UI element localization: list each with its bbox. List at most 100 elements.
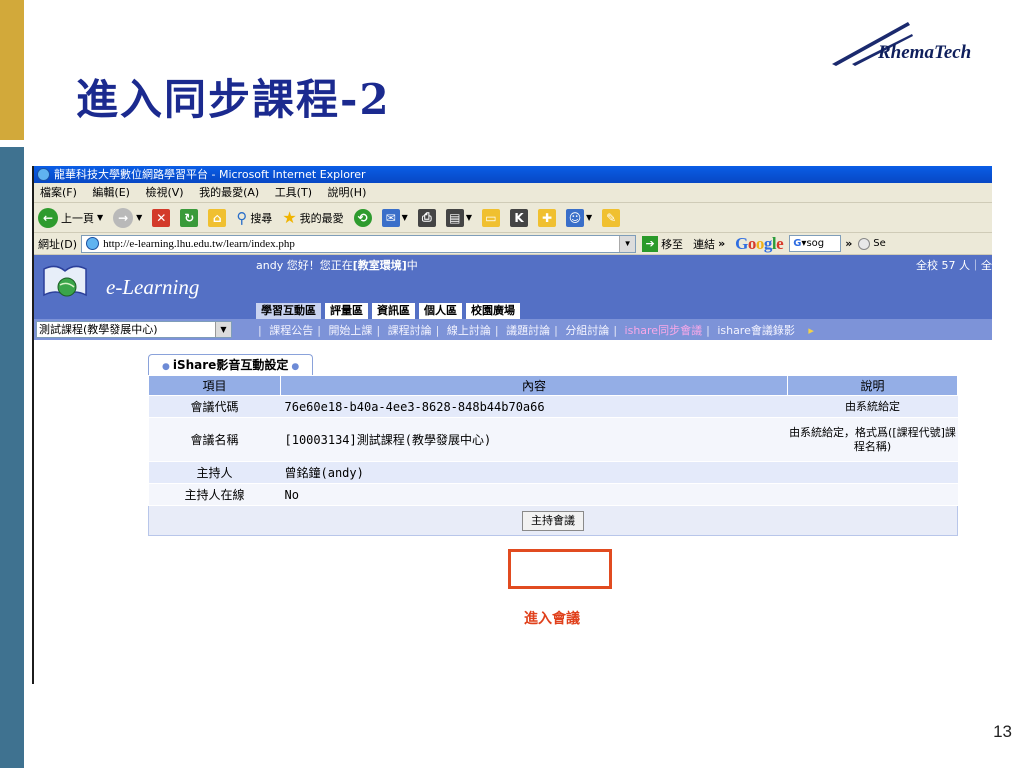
sublink-topic-discussion[interactable]: 議題討論: [506, 324, 550, 337]
book-globe-icon: [43, 265, 87, 297]
research-icon: ✎: [602, 208, 621, 227]
online-count: 全校 57 人｜全: [916, 259, 992, 272]
page-number: 13: [993, 722, 1012, 741]
google-search-value: sog: [806, 238, 825, 249]
browser-window: 龍華科技大學數位網路學習平台 - Microsoft Internet Expl…: [32, 166, 992, 684]
tab-personal[interactable]: 個人區: [419, 303, 462, 319]
menu-favorites[interactable]: 我的最愛(A): [199, 186, 259, 199]
sublink-group-discussion[interactable]: 分組討論: [565, 324, 609, 337]
menu-edit[interactable]: 編輯(E): [92, 186, 130, 199]
tab-campus-square[interactable]: 校園廣場: [466, 303, 520, 319]
table-row: 主持人 曾銘鐘(andy): [148, 461, 958, 484]
row-desc: 由系統給定，格式爲([課程代號]課程名稱): [787, 417, 958, 462]
edit-icon: ▤: [445, 208, 464, 227]
address-bar: 網址(D) http://e-learning.lhu.edu.tw/learn…: [34, 233, 992, 255]
ie-icon: [37, 168, 50, 181]
scroll-right-icon[interactable]: ▸: [808, 324, 814, 337]
sublink-announcements[interactable]: 課程公告: [269, 324, 313, 337]
row-item: 會議名稱: [148, 417, 281, 462]
elearning-brand: e-Learning: [106, 275, 200, 299]
header-content: 內容: [280, 375, 788, 396]
folder-icon: ▭: [481, 208, 500, 227]
favorites-button[interactable]: ★ 我的最愛: [282, 208, 343, 227]
star-icon: ★: [282, 208, 297, 227]
add-favorite-button[interactable]: ✚: [537, 208, 556, 227]
back-button[interactable]: ← 上一頁 ▼: [38, 207, 104, 228]
menu-view[interactable]: 檢視(V): [145, 186, 183, 199]
search-button[interactable]: ⚲ 搜尋: [236, 209, 272, 227]
course-sublinks: | 課程公告 | 開始上課 | 課程討論 | 線上討論 | 議題討論 | 分組討論 | is…: [258, 324, 814, 337]
table-header-row: 項目 內容 說明: [148, 375, 958, 396]
annotation-enter-meeting: 進入會議: [524, 611, 580, 627]
refresh-icon: ↻: [180, 208, 199, 227]
add-favorite-icon: ✚: [537, 208, 556, 227]
window-title: 龍華科技大學數位網路學習平台 - Microsoft Internet Expl…: [54, 168, 366, 181]
chevron-down-icon: ▼: [215, 322, 231, 337]
home-button[interactable]: ⌂: [208, 208, 227, 227]
meeting-code: 76e60e18-b40a-4ee3-8628-848b44b70a66: [280, 395, 788, 418]
history-icon: ⟲: [353, 208, 372, 227]
k-button[interactable]: K: [509, 208, 528, 227]
forward-arrow-icon: →: [113, 207, 134, 228]
panel-tab: ● iShare影音互動設定 ●: [148, 354, 314, 376]
address-label: 網址(D): [38, 237, 78, 251]
row-item: 會議代碼: [148, 395, 281, 418]
sublink-course-discussion[interactable]: 課程討論: [388, 324, 432, 337]
forward-button[interactable]: → ▼: [113, 207, 143, 228]
chevron-down-icon: ▼: [465, 213, 472, 222]
tab-information[interactable]: 資訊區: [372, 303, 415, 319]
messenger-button[interactable]: ☺ ▼: [565, 208, 592, 227]
row-item: 主持人在線: [148, 483, 281, 506]
meeting-name: [10003134]測試課程(教學發展中心): [280, 417, 788, 462]
address-input[interactable]: http://e-learning.lhu.edu.tw/learn/index…: [81, 234, 637, 253]
address-url: http://e-learning.lhu.edu.tw/learn/index…: [103, 237, 295, 250]
tab-learning-interaction[interactable]: 學習互動區: [256, 303, 321, 319]
header-desc: 說明: [787, 375, 958, 396]
course-select[interactable]: 測試課程(教學發展中心) ▼: [36, 321, 232, 338]
sub-navigation: 測試課程(教學發展中心) ▼ | 課程公告 | 開始上課 | 課程討論 | 線上討論 |…: [34, 319, 992, 340]
go-button[interactable]: ➔ 移至: [642, 235, 683, 252]
google-logo: Google: [735, 233, 784, 253]
chevron-down-icon: ▼: [97, 213, 104, 222]
tab-assessment[interactable]: 評量區: [325, 303, 368, 319]
host-online-status: No: [280, 483, 788, 506]
menu-tools[interactable]: 工具(T): [275, 186, 312, 199]
main-tabs: 學習互動區 評量區 資訊區 個人區 校園廣場: [256, 303, 524, 319]
sublink-ishare-meeting[interactable]: ishare同步會議: [625, 324, 703, 337]
radio-icon[interactable]: [858, 237, 871, 250]
search-label: 搜尋: [250, 211, 273, 225]
menu-file[interactable]: 檔案(F): [40, 186, 77, 199]
print-button[interactable]: ⎙: [417, 208, 436, 227]
host-meeting-button[interactable]: 主持會議: [522, 510, 584, 531]
mail-icon: ✉: [381, 208, 400, 227]
print-icon: ⎙: [417, 208, 436, 227]
course-select-value: 測試課程(教學發展中心): [39, 323, 158, 336]
elearning-header: e-Learning andy 您好！您正在[教室環境]中 全校 57 人｜全 …: [34, 255, 992, 319]
links-label[interactable]: 連結: [693, 236, 715, 252]
edit-button[interactable]: ▤ ▼: [445, 208, 472, 227]
table-footer-row: 主持會議: [148, 505, 958, 536]
row-desc: 由系統給定: [787, 395, 958, 418]
stop-button[interactable]: ✕: [152, 208, 171, 227]
history-button[interactable]: ⟲: [353, 208, 372, 227]
row-item: 主持人: [148, 461, 281, 484]
menu-help[interactable]: 說明(H): [328, 186, 367, 199]
greeting-text: andy 您好！您正在[教室環境]中: [256, 259, 418, 272]
google-search-input[interactable]: G▾sog: [789, 235, 842, 252]
sublink-ishare-recording[interactable]: ishare會議錄影: [717, 324, 795, 337]
research-button[interactable]: ✎: [602, 208, 621, 227]
back-arrow-icon: ←: [38, 207, 58, 228]
folder-button[interactable]: ▭: [481, 208, 500, 227]
sublink-online-discussion[interactable]: 線上討論: [447, 324, 491, 337]
refresh-button[interactable]: ↻: [180, 208, 199, 227]
sublink-start-class[interactable]: 開始上課: [328, 324, 372, 337]
chevron-down-icon: ▼: [136, 213, 143, 222]
table-row: 主持人在線 No: [148, 483, 958, 506]
table-row: 會議代碼 76e60e18-b40a-4ee3-8628-848b44b70a6…: [148, 395, 958, 418]
slide-accent-bar-gold: [0, 0, 24, 140]
settings-table: 項目 內容 說明 會議代碼 76e60e18-b40a-4ee3-8628-84…: [148, 375, 958, 536]
back-label: 上一頁: [61, 211, 94, 225]
table-row: 會議名稱 [10003134]測試課程(教學發展中心) 由系統給定，格式爲([課…: [148, 417, 958, 462]
address-dropdown-icon[interactable]: ▼: [619, 235, 636, 252]
mail-button[interactable]: ✉ ▼: [381, 208, 408, 227]
